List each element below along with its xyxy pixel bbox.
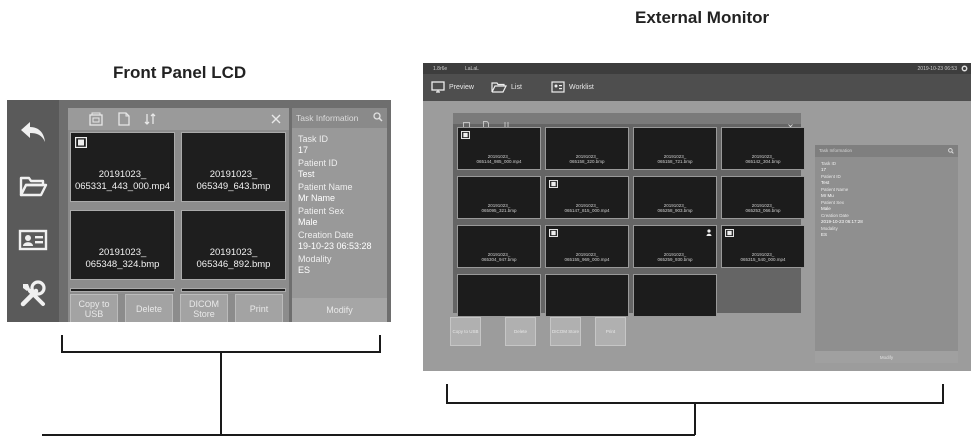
monitor-bracket: [446, 384, 944, 404]
front-panel-bracket: [61, 335, 381, 353]
connector-lines: [42, 335, 944, 436]
